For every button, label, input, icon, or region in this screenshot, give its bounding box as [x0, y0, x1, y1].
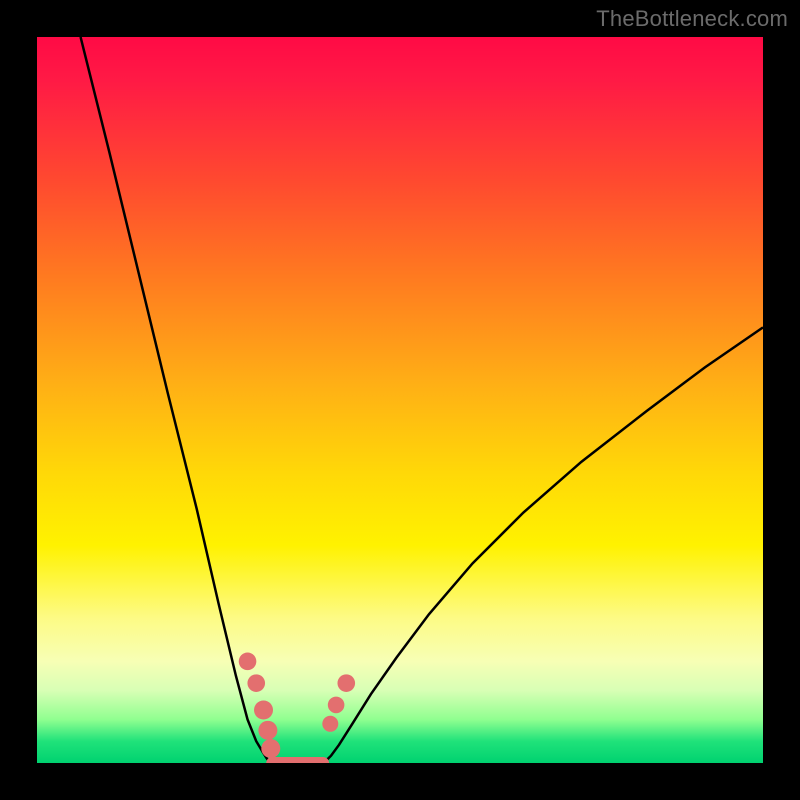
- heatmap-gradient: [37, 37, 763, 763]
- chart-frame: TheBottleneck.com: [0, 0, 800, 800]
- plot-area: [37, 37, 763, 763]
- watermark-label: TheBottleneck.com: [596, 6, 788, 32]
